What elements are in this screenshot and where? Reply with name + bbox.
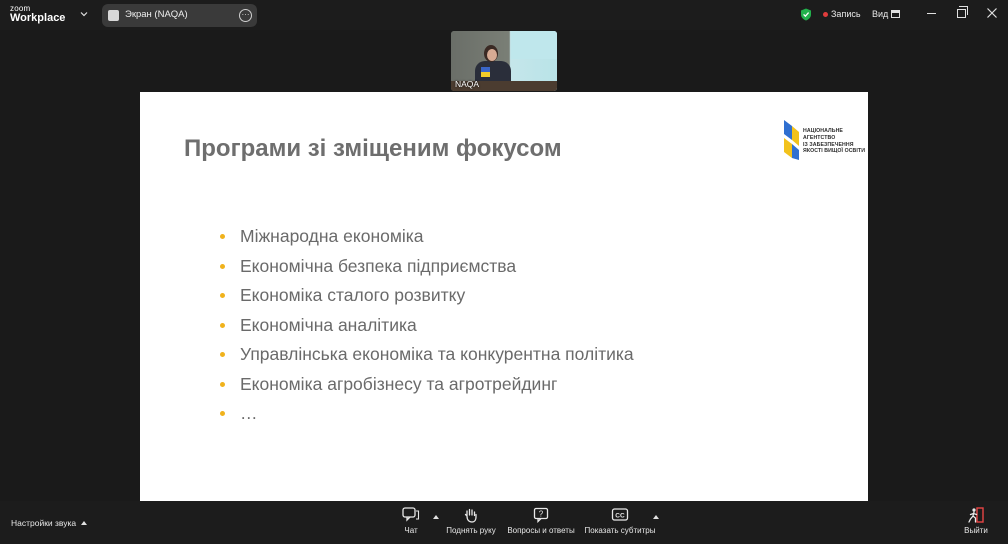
top-bar: zoom Workplace Экран (NAQA) ··· Запись В…	[0, 0, 1008, 30]
show-captions-button[interactable]: CC Показать субтитры	[584, 507, 656, 535]
naqa-logo-mark-icon	[784, 120, 799, 160]
list-item: Економіка агробізнесу та агротрейдинг	[218, 374, 634, 404]
svg-text:?: ?	[539, 510, 544, 519]
raise-hand-label: Поднять руку	[446, 526, 496, 535]
participant-face	[487, 49, 497, 61]
screen-share-icon	[108, 10, 119, 21]
brand-main-text: Workplace	[10, 12, 66, 24]
logo-line: ЯКОСТІ ВИЩОЇ ОСВІТИ	[803, 148, 866, 155]
video-projection-screen	[511, 31, 557, 59]
leave-label: Выйти	[964, 526, 988, 535]
restore-window-icon[interactable]	[957, 6, 968, 18]
recording-dot-icon	[823, 12, 828, 17]
caret-up-icon[interactable]	[81, 521, 88, 525]
captions-icon: CC	[611, 508, 629, 521]
participant-name: NAQA	[455, 79, 480, 89]
flag-yellow-stripe	[481, 72, 490, 77]
show-captions-label: Показать субтитры	[584, 526, 656, 535]
list-item: …	[218, 403, 634, 433]
list-item: Економічна аналітика	[218, 315, 634, 345]
bullet-icon	[220, 411, 225, 416]
participant-video-tile[interactable]: NAQA	[451, 31, 557, 91]
naqa-logo: НАЦІОНАЛЬНЕ АГЕНТСТВО ІЗ ЗАБЕЗПЕЧЕННЯ ЯК…	[782, 120, 865, 160]
bullet-icon	[220, 381, 225, 387]
bullet-icon	[220, 263, 225, 269]
slide-title: Програми зі зміщеним фокусом	[184, 135, 562, 162]
captions-icon-text: CC	[615, 513, 625, 520]
meeting-toolbar: Настройки звука Чат Поднять руку ? Вопро…	[0, 501, 1008, 544]
qa-label: Вопросы и ответы	[507, 526, 575, 535]
chat-label: Чат	[404, 526, 418, 535]
chat-button[interactable]: Чат	[400, 507, 422, 535]
program-list: Міжнародна економіка Економічна безпека …	[218, 226, 634, 433]
encryption-shield-icon[interactable]	[800, 8, 812, 21]
leave-button[interactable]: Выйти	[962, 507, 990, 535]
view-layout-icon[interactable]	[891, 10, 900, 18]
recording-label[interactable]: Запись	[831, 9, 861, 19]
list-item: Міжнародна економіка	[218, 226, 634, 256]
bullet-icon	[220, 352, 225, 357]
chat-icon	[402, 507, 420, 522]
qa-icon: ?	[533, 507, 549, 523]
leave-icon	[968, 507, 984, 523]
zoom-logo: zoom Workplace	[10, 5, 65, 24]
minimize-window-icon[interactable]	[927, 13, 936, 14]
logo-line: АГЕНТСТВО	[803, 134, 836, 141]
close-window-icon[interactable]	[986, 7, 998, 19]
bullet-icon	[220, 322, 225, 328]
qa-button[interactable]: ? Вопросы и ответы	[506, 507, 576, 535]
chat-options-caret-icon[interactable]	[433, 515, 439, 519]
list-item: Управлінська економіка та конкурентна по…	[218, 344, 634, 374]
list-item-text: Міжнародна економіка	[240, 226, 424, 246]
audio-settings-button[interactable]: Настройки звука	[11, 518, 88, 528]
list-item-text: Економіка сталого розвитку	[240, 285, 466, 305]
shared-screen-pill[interactable]: Экран (NAQA) ···	[102, 4, 257, 27]
list-item-text: Економічна безпека підприємства	[240, 255, 517, 276]
list-item-text: …	[240, 403, 258, 423]
shared-slide: Програми зі зміщеним фокусом НАЦІОНАЛЬНЕ…	[140, 92, 868, 501]
more-options-icon[interactable]: ···	[239, 9, 252, 22]
bullet-icon	[220, 293, 225, 298]
list-item-text: Економічна аналітика	[240, 314, 417, 335]
captions-options-caret-icon[interactable]	[653, 515, 659, 519]
audio-settings-label: Настройки звука	[11, 518, 77, 528]
list-item-text: Економіка агробізнесу та агротрейдинг	[240, 373, 558, 394]
bullet-icon	[220, 234, 225, 239]
naqa-logo-text: НАЦІОНАЛЬНЕ АГЕНТСТВО ІЗ ЗАБЕЗПЕЧЕННЯ ЯК…	[803, 128, 865, 155]
logo-line: НАЦІОНАЛЬНЕ	[803, 128, 843, 134]
list-item: Економічна безпека підприємства	[218, 256, 634, 286]
raise-hand-button[interactable]: Поднять руку	[444, 507, 498, 535]
view-button[interactable]: Вид	[872, 9, 888, 19]
raise-hand-icon	[464, 508, 477, 523]
shared-screen-label: Экран (NAQA)	[125, 9, 188, 20]
list-item: Економіка сталого розвитку	[218, 285, 634, 315]
list-item-text: Управлінська економіка та конкурентна по…	[240, 344, 634, 364]
chevron-down-icon[interactable]	[79, 9, 89, 19]
